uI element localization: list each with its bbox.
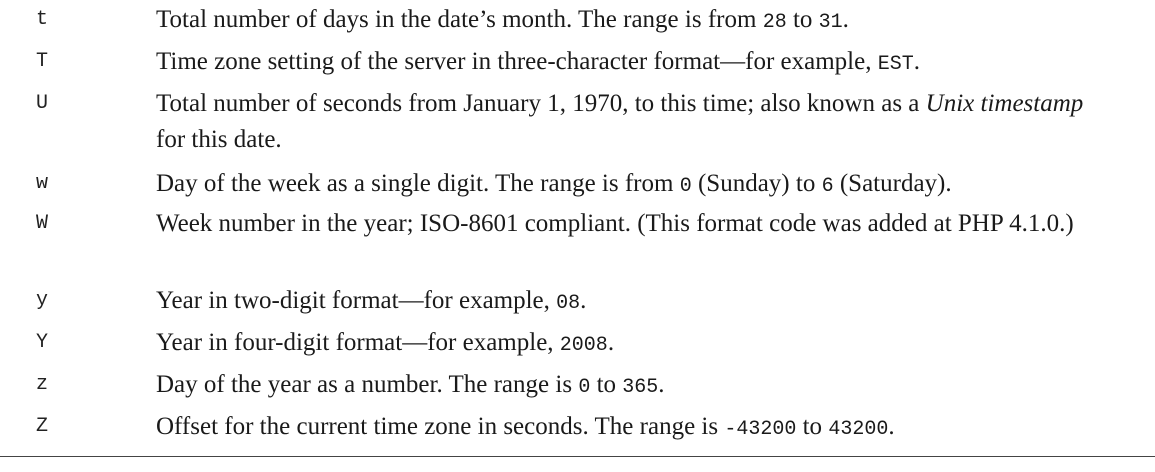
format-code: Y <box>36 331 49 354</box>
table-bottom-rule <box>0 456 1155 457</box>
format-description: Time zone setting of the server in three… <box>156 48 920 76</box>
format-description: Total number of days in the date’s month… <box>156 6 849 34</box>
format-code: W <box>36 212 49 235</box>
format-code: T <box>36 50 49 73</box>
format-code: U <box>36 92 49 115</box>
format-code: t <box>36 8 49 31</box>
format-description: Total number of seconds from January 1, … <box>156 90 1084 153</box>
format-description: Week number in the year; ISO-8601 compli… <box>156 210 1074 237</box>
format-description: Year in four-digit format—for example, 2… <box>156 329 615 357</box>
format-code: Z <box>36 415 49 438</box>
format-description: Day of the year as a number. The range i… <box>156 371 665 399</box>
format-description: Offset for the current time zone in seco… <box>156 413 895 441</box>
format-code: w <box>36 172 49 195</box>
format-description: Year in two-digit format—for example, 08… <box>156 287 587 315</box>
format-code: y <box>36 289 49 312</box>
format-description: Day of the week as a single digit. The r… <box>156 170 952 198</box>
format-code: z <box>36 373 49 396</box>
